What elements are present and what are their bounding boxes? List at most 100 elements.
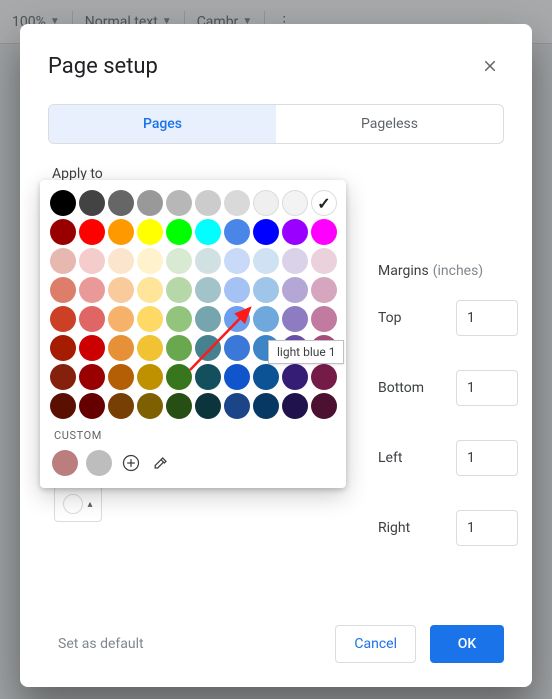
color-swatch[interactable] [311,393,337,419]
color-swatch[interactable] [224,248,250,274]
color-swatch[interactable] [137,364,163,390]
margin-bottom-label: Bottom [378,380,424,396]
color-swatch[interactable] [108,393,134,419]
color-swatch[interactable] [311,277,337,303]
color-swatch[interactable] [137,277,163,303]
color-swatch[interactable] [108,306,134,332]
color-swatch[interactable] [108,277,134,303]
tab-pages[interactable]: Pages [49,105,276,143]
color-swatch[interactable] [253,277,279,303]
color-swatch[interactable] [137,190,163,216]
color-swatch[interactable] [253,393,279,419]
color-swatch[interactable] [50,277,76,303]
ok-button[interactable]: OK [430,625,504,663]
color-swatch[interactable] [282,219,308,245]
color-swatch[interactable] [50,393,76,419]
color-swatch[interactable] [195,306,221,332]
color-swatch[interactable] [311,219,337,245]
color-swatch[interactable] [79,190,105,216]
color-swatch[interactable] [166,248,192,274]
color-swatch[interactable] [282,190,308,216]
color-swatch[interactable] [166,190,192,216]
margin-right-input[interactable]: 1 [456,510,518,546]
color-swatch[interactable] [253,248,279,274]
color-swatch[interactable] [253,190,279,216]
color-swatch[interactable] [311,248,337,274]
color-swatch[interactable] [311,306,337,332]
color-swatch[interactable] [50,335,76,361]
color-swatch[interactable] [253,306,279,332]
color-swatch[interactable] [224,277,250,303]
color-swatch[interactable] [224,190,250,216]
color-swatch[interactable] [166,364,192,390]
color-swatch[interactable] [50,219,76,245]
add-custom-color-button[interactable] [120,452,142,474]
color-swatch[interactable] [137,219,163,245]
page-color-dropdown[interactable]: ▴ [54,486,102,522]
color-swatch[interactable] [79,306,105,332]
custom-swatch-2[interactable] [86,450,112,476]
page-color-swatch [63,494,83,514]
color-swatch[interactable] [224,335,250,361]
custom-swatch-1[interactable] [52,450,78,476]
color-swatch[interactable] [79,335,105,361]
color-swatch[interactable] [50,364,76,390]
color-swatch[interactable] [195,364,221,390]
cancel-button[interactable]: Cancel [335,625,416,663]
color-swatch[interactable] [166,335,192,361]
margin-bottom-input[interactable]: 1 [456,370,518,406]
color-swatch[interactable] [79,364,105,390]
color-swatch[interactable] [224,364,250,390]
color-swatch[interactable] [282,248,308,274]
eyedropper-icon [151,453,171,473]
color-swatch[interactable] [253,364,279,390]
close-button[interactable] [476,52,504,80]
eyedropper-button[interactable] [150,452,172,474]
color-tooltip: light blue 1 [268,340,344,364]
margin-top-input[interactable]: 1 [456,300,518,336]
color-swatch[interactable] [195,277,221,303]
color-swatch[interactable] [224,393,250,419]
color-swatch[interactable] [282,364,308,390]
color-swatch[interactable] [311,190,337,216]
color-swatch[interactable] [108,335,134,361]
color-swatch[interactable] [79,277,105,303]
color-swatch[interactable] [282,393,308,419]
color-swatch[interactable] [195,248,221,274]
color-swatch[interactable] [166,393,192,419]
color-swatch[interactable] [253,219,279,245]
color-swatch[interactable] [137,248,163,274]
color-swatch[interactable] [224,219,250,245]
color-swatch[interactable] [311,364,337,390]
color-swatch[interactable] [137,335,163,361]
close-icon [481,57,499,75]
set-default-button[interactable]: Set as default [48,628,154,660]
color-swatch[interactable] [282,277,308,303]
color-swatch[interactable] [50,190,76,216]
color-swatch[interactable] [50,306,76,332]
color-swatch[interactable] [195,393,221,419]
tab-pageless[interactable]: Pageless [276,105,503,143]
color-swatch[interactable] [137,306,163,332]
color-grid [50,190,336,419]
color-swatch[interactable] [137,393,163,419]
color-swatch[interactable] [195,219,221,245]
color-swatch[interactable] [108,248,134,274]
color-swatch[interactable] [79,393,105,419]
layout-tabs: Pages Pageless [48,104,504,144]
color-swatch[interactable] [108,190,134,216]
color-swatch[interactable] [195,190,221,216]
color-swatch[interactable] [50,248,76,274]
margin-left-input[interactable]: 1 [456,440,518,476]
color-swatch[interactable] [79,248,105,274]
color-swatch[interactable] [195,335,221,361]
color-swatch[interactable] [166,277,192,303]
color-swatch[interactable] [108,364,134,390]
color-swatch[interactable] [166,306,192,332]
color-swatch[interactable] [282,306,308,332]
color-swatch[interactable] [108,219,134,245]
color-swatch[interactable] [166,219,192,245]
color-swatch[interactable] [79,219,105,245]
color-swatch[interactable] [224,306,250,332]
plus-circle-icon [121,453,141,473]
